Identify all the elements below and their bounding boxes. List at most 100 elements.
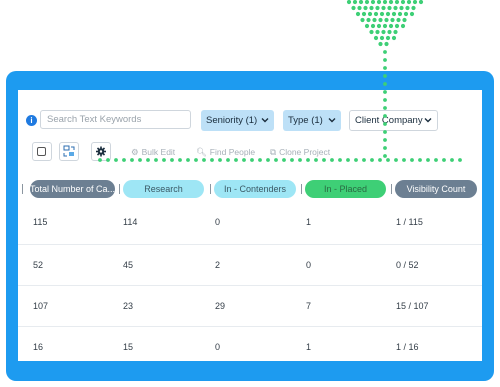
column-in-placed[interactable]: In - Placed <box>305 180 386 198</box>
decorative-dot <box>376 23 382 29</box>
swap-icon <box>63 145 75 157</box>
cell-contenders: 29 <box>215 301 226 311</box>
decorative-dot <box>388 0 394 5</box>
decorative-dot <box>409 11 415 17</box>
decorative-dot <box>364 23 370 29</box>
cell-placed: 0 <box>306 260 312 270</box>
cell-research: 45 <box>123 260 134 270</box>
gear-icon <box>96 146 106 157</box>
find-people-label: Find People <box>209 147 256 157</box>
decorative-dot <box>372 17 377 23</box>
decorative-dot <box>394 0 400 5</box>
cell-visibility: 0 / 52 <box>396 260 419 270</box>
find-people-button[interactable]: 🔍︎ Find People <box>196 147 255 158</box>
cell-research: 23 <box>123 301 134 311</box>
decorative-dot <box>394 23 400 29</box>
client-company-dropdown[interactable]: Client Company <box>349 110 438 131</box>
decorative-dot <box>383 58 387 62</box>
decorative-dot <box>379 35 385 41</box>
filter-bar: i Seniority (1) Type (1) Client Company <box>18 90 482 145</box>
decorative-dot <box>363 5 368 11</box>
decorative-dot <box>355 11 361 17</box>
toolbar: ⚙ Bulk Edit 🔍︎ Find People ⧉ Clone Project <box>18 142 482 166</box>
decorative-dot <box>399 5 404 11</box>
decorative-dot <box>385 11 391 17</box>
decorative-dot <box>369 29 374 35</box>
column-total-candidates[interactable]: Total Number of Ca... <box>30 180 115 198</box>
decorative-dot <box>384 41 389 47</box>
cell-total: 52 <box>33 260 44 270</box>
decorative-dot <box>381 29 386 35</box>
decorative-dot <box>402 17 407 23</box>
decorative-dot <box>382 0 388 5</box>
settings-button[interactable] <box>91 142 111 161</box>
info-icon[interactable]: i <box>26 115 37 126</box>
decorative-dot <box>391 11 397 17</box>
column-visibility-count[interactable]: Visibility Count <box>395 180 477 198</box>
decorative-dot <box>383 66 387 70</box>
table-body: 115 114 0 1 1 / 115 52 45 2 0 0 / 52 107… <box>18 200 482 361</box>
table-header: Total Number of Ca... Research In - Cont… <box>18 178 482 200</box>
decorative-dot <box>366 17 371 23</box>
seniority-label: Seniority (1) <box>206 115 258 126</box>
column-research[interactable]: Research <box>123 180 204 198</box>
decorative-dot <box>358 0 364 5</box>
column-separator <box>22 184 23 194</box>
decorative-dot <box>390 17 395 23</box>
cell-contenders: 2 <box>215 260 221 270</box>
decorative-dot <box>396 17 401 23</box>
decorative-dot <box>393 29 398 35</box>
decorative-dot <box>373 11 379 17</box>
decorative-dot <box>378 41 383 47</box>
gear-icon: ⚙ <box>131 147 139 157</box>
swap-view-button[interactable] <box>59 142 79 161</box>
decorative-dot <box>384 17 389 23</box>
decorative-dot <box>379 11 385 17</box>
cell-contenders: 0 <box>215 342 221 352</box>
column-separator <box>391 184 392 194</box>
type-label: Type (1) <box>288 115 323 126</box>
table-row[interactable]: 107 23 29 7 15 / 107 <box>18 286 482 327</box>
cell-contenders: 0 <box>215 217 221 227</box>
type-dropdown[interactable]: Type (1) <box>283 110 341 131</box>
decorative-dot <box>360 17 365 23</box>
cell-total: 107 <box>33 301 49 311</box>
seniority-dropdown[interactable]: Seniority (1) <box>201 110 274 131</box>
decorative-dot <box>357 5 362 11</box>
column-separator <box>210 184 211 194</box>
checkbox-icon <box>37 147 46 156</box>
bulk-edit-button[interactable]: ⚙ Bulk Edit <box>131 147 175 158</box>
decorative-dot <box>351 5 356 11</box>
column-separator <box>301 184 302 194</box>
select-all-checkbox[interactable] <box>32 142 52 161</box>
table-row[interactable]: 52 45 2 0 0 / 52 <box>18 245 482 286</box>
decorative-dot <box>370 0 376 5</box>
search-input[interactable] <box>40 110 191 129</box>
cell-placed: 1 <box>306 217 312 227</box>
decorative-dot <box>406 0 412 5</box>
decorative-dot <box>405 5 410 11</box>
clone-project-label: Clone Project <box>279 147 331 157</box>
decorative-dot <box>385 35 391 41</box>
clone-project-button[interactable]: ⧉ Clone Project <box>270 147 330 158</box>
bulk-edit-label: Bulk Edit <box>141 147 176 157</box>
cell-total: 16 <box>33 342 44 352</box>
column-separator <box>119 184 120 194</box>
decorative-dot <box>373 35 379 41</box>
decorative-dot <box>412 0 418 5</box>
table-row[interactable]: 115 114 0 1 1 / 115 <box>18 200 482 245</box>
search-icon: 🔍︎ <box>196 147 207 157</box>
chevron-down-icon <box>261 118 269 123</box>
cell-research: 114 <box>123 217 138 227</box>
decorative-dot <box>400 0 406 5</box>
column-in-contenders[interactable]: In - Contenders <box>214 180 296 198</box>
decorative-dot <box>382 23 388 29</box>
project-panel: i Seniority (1) Type (1) Client Company <box>18 90 482 361</box>
cell-visibility: 15 / 107 <box>396 301 429 311</box>
decorative-dot <box>381 5 386 11</box>
decorative-dot <box>411 5 416 11</box>
cell-visibility: 1 / 16 <box>396 342 419 352</box>
decorative-dot <box>387 29 392 35</box>
clone-icon: ⧉ <box>270 147 277 157</box>
table-row[interactable]: 16 15 0 1 1 / 16 <box>18 327 482 361</box>
